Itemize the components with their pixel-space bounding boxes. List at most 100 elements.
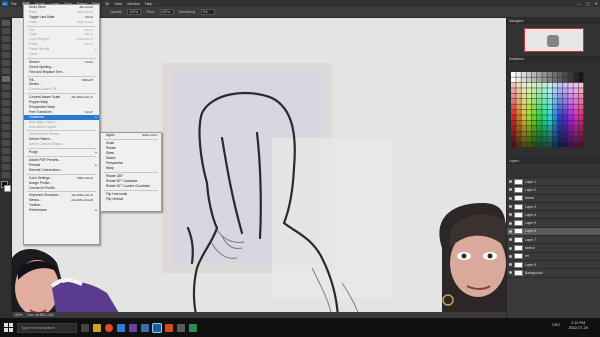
color-swatch[interactable] [568, 120, 573, 126]
edit-menu-item-convert-to-profile[interactable]: Convert to Profile... [24, 186, 99, 191]
color-swatch[interactable] [578, 115, 584, 121]
color-swatch[interactable] [557, 82, 563, 88]
edit-menu-item-clear[interactable]: Clear [24, 52, 99, 57]
color-swatch[interactable] [557, 99, 563, 104]
color-swatch[interactable] [573, 77, 579, 83]
color-swatch[interactable] [557, 77, 563, 83]
color-swatch[interactable] [578, 136, 584, 142]
eyedropper-tool-icon[interactable] [1, 60, 10, 66]
color-swatch[interactable] [531, 131, 537, 137]
photoshop-taskbar-icon[interactable] [152, 322, 162, 333]
color-swatch[interactable] [537, 99, 542, 104]
color-swatch[interactable] [573, 131, 579, 137]
marquee-tool-icon[interactable] [1, 28, 10, 34]
color-swatch[interactable] [542, 126, 547, 131]
lasso-tool-icon[interactable] [1, 36, 10, 42]
color-swatch[interactable] [563, 120, 568, 126]
color-swatch[interactable] [563, 104, 568, 110]
history-brush-tool-icon[interactable] [1, 92, 10, 98]
color-swatch[interactable] [573, 109, 579, 115]
color-swatch[interactable] [526, 82, 532, 88]
color-swatch[interactable] [537, 109, 542, 115]
color-swatch[interactable] [516, 93, 521, 99]
color-swatch[interactable] [547, 99, 553, 104]
color-swatch[interactable] [516, 131, 521, 137]
color-swatch[interactable] [552, 99, 558, 104]
color-swatch[interactable] [521, 136, 527, 142]
color-swatch[interactable] [511, 88, 516, 94]
visibility-eye-icon[interactable] [509, 213, 512, 217]
gradient-tool-icon[interactable] [1, 108, 10, 114]
color-swatch[interactable] [557, 126, 563, 131]
clone-stamp-tool-icon[interactable] [1, 84, 10, 90]
color-swatch[interactable] [516, 82, 521, 88]
edge-icon[interactable] [117, 323, 125, 332]
chrome-icon[interactable] [105, 323, 113, 332]
menu-window[interactable]: Window [127, 2, 140, 6]
color-swatch[interactable] [516, 99, 521, 104]
color-swatch[interactable] [511, 136, 516, 142]
color-swatch[interactable] [537, 131, 542, 137]
color-swatch[interactable] [526, 120, 532, 126]
color-swatch[interactable] [578, 109, 584, 115]
layer-row[interactable]: Layer 7 [507, 236, 600, 245]
layer-row[interactable]: ref [507, 253, 600, 261]
transform-item-flip-vertical[interactable]: Flip Vertical [101, 197, 161, 202]
edit-menu-item-define-custom-shape[interactable]: Define Custom Shape... [24, 142, 99, 147]
brush-tool-icon[interactable] [1, 76, 10, 82]
color-swatch[interactable] [531, 72, 537, 77]
spotify-icon[interactable] [189, 323, 197, 332]
color-swatch[interactable] [521, 104, 527, 110]
edit-menu-item-purge[interactable]: Purge ▸ [24, 150, 99, 155]
layer-row[interactable]: lineart [507, 195, 600, 203]
color-swatch[interactable] [516, 142, 521, 148]
color-swatch[interactable] [516, 77, 521, 83]
menu-3d[interactable]: 3D [105, 2, 110, 6]
edit-menu-item-content-aware-fill[interactable]: Content-Aware Fill... [24, 87, 99, 92]
hand-tool-icon[interactable] [1, 164, 10, 170]
taskbar-search-input[interactable]: Type here to search [17, 322, 77, 333]
color-swatch[interactable] [526, 77, 532, 83]
color-swatch[interactable] [563, 93, 568, 99]
background-color-icon[interactable] [4, 185, 11, 192]
folder-icon[interactable] [177, 323, 185, 332]
quick-select-tool-icon[interactable] [1, 44, 10, 50]
color-swatch[interactable] [568, 109, 573, 115]
minimize-button[interactable]: — [577, 1, 581, 6]
color-swatch[interactable] [547, 77, 553, 83]
color-swatch[interactable] [537, 115, 542, 121]
shape-tool-icon[interactable] [1, 156, 10, 162]
color-swatch[interactable] [578, 99, 584, 104]
color-swatch[interactable] [511, 99, 516, 104]
color-swatch[interactable] [568, 82, 573, 88]
color-swatch[interactable] [521, 109, 527, 115]
menu-help[interactable]: Help [145, 2, 152, 6]
color-swatch[interactable] [547, 136, 553, 142]
color-swatch[interactable] [557, 120, 563, 126]
color-swatch[interactable] [573, 136, 579, 142]
color-swatch[interactable] [531, 109, 537, 115]
color-swatch[interactable] [542, 120, 547, 126]
color-swatch[interactable] [516, 115, 521, 121]
color-swatch[interactable] [563, 77, 568, 83]
color-swatch[interactable] [557, 136, 563, 142]
color-swatch[interactable] [521, 77, 527, 83]
color-swatch[interactable] [511, 126, 516, 131]
color-swatch[interactable] [552, 72, 558, 77]
color-swatch[interactable] [537, 77, 542, 83]
color-swatch[interactable] [552, 77, 558, 83]
move-tool-icon[interactable] [1, 20, 10, 26]
color-swatch[interactable] [537, 126, 542, 131]
color-swatch[interactable] [547, 88, 553, 94]
color-swatch[interactable] [542, 88, 547, 94]
color-swatch[interactable] [563, 142, 568, 148]
color-swatch[interactable] [578, 104, 584, 110]
visibility-eye-icon[interactable] [509, 229, 512, 233]
color-swatch[interactable] [547, 126, 553, 131]
color-swatch[interactable] [531, 93, 537, 99]
color-swatches-grid[interactable] [507, 62, 600, 158]
color-swatch[interactable] [578, 93, 584, 99]
color-swatch[interactable] [578, 120, 584, 126]
windows-start-icon[interactable] [4, 323, 13, 332]
color-swatch[interactable] [531, 77, 537, 83]
